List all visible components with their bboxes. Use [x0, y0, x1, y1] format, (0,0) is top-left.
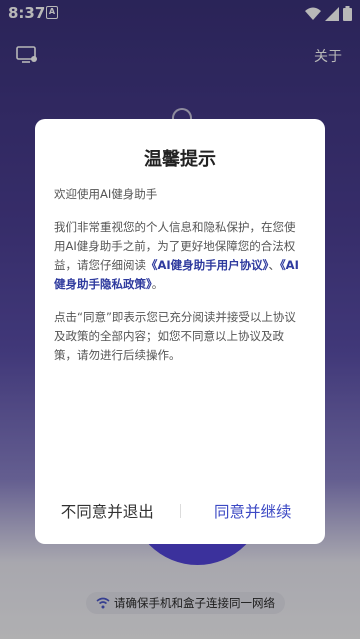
privacy-dialog: 温馨提示 欢迎使用AI健身助手 我们非常重视您的个人信息和隐私保护，在您使用AI… [35, 119, 325, 544]
user-agreement-link[interactable]: 《AI健身助手用户协议》 [146, 258, 268, 272]
disagree-exit-button[interactable]: 不同意并退出 [35, 500, 180, 522]
consent-paragraph: 点击“同意”即表示您已充分阅读并接受以上协议及政策的全部内容；如您不同意以上协议… [54, 310, 296, 362]
dialog-title: 温馨提示 [144, 149, 216, 170]
paragraph-end: 。 [151, 277, 164, 291]
dialog-body: 欢迎使用AI健身助手 我们非常重视您的个人信息和隐私保护，在您使用AI健身助手之… [54, 185, 306, 379]
welcome-text: 欢迎使用AI健身助手 [54, 187, 158, 201]
dialog-actions: 不同意并退出 同意并继续 [35, 496, 325, 526]
link-separator: 、 [268, 258, 280, 272]
privacy-paragraph: 我们非常重视您的个人信息和隐私保护，在您使用AI健身助手之前，为了更好地保障您的… [54, 218, 306, 294]
agree-continue-button[interactable]: 同意并继续 [181, 500, 326, 522]
